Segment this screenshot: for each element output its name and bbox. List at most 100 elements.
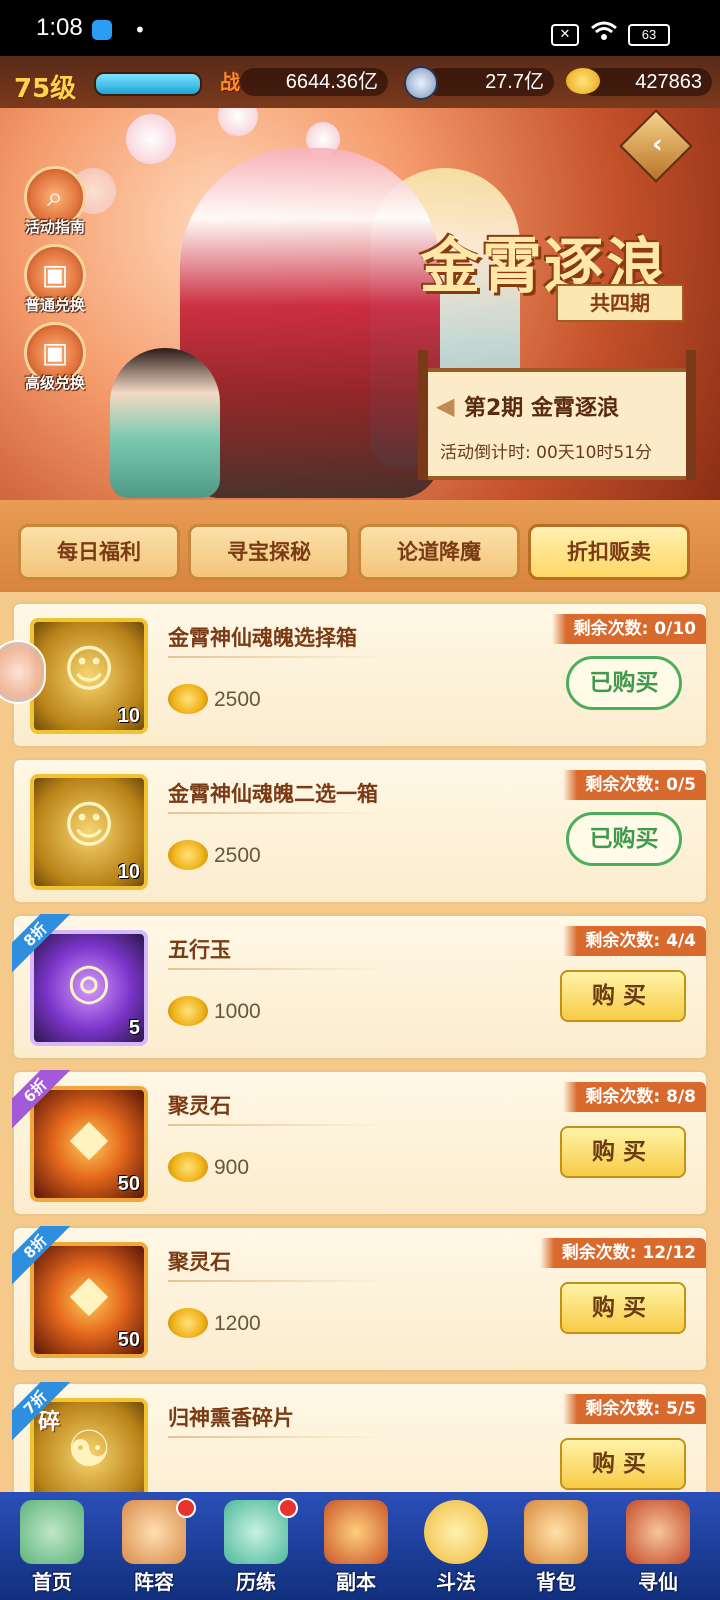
app-notification-icon — [92, 20, 112, 40]
copper-value: 27.7亿 — [424, 68, 554, 96]
nav-label: 历练 — [236, 1570, 276, 1594]
purchased-button: 已购买 — [566, 812, 682, 866]
remaining-count: 剩余次数: 0/10 — [551, 614, 706, 644]
nav-home[interactable]: 首页 — [2, 1492, 102, 1600]
battery-indicator: 63 — [628, 24, 670, 46]
list-item: ◆ 50 6折 聚灵石 900 剩余次数: 8/8 购买 — [12, 1070, 708, 1216]
back-button[interactable]: ‹ — [619, 109, 693, 183]
notification-dot — [176, 1498, 196, 1518]
item-quantity: 10 — [117, 861, 140, 883]
item-price: 900 — [214, 1156, 250, 1179]
buy-button[interactable]: 购买 — [560, 970, 686, 1022]
moon-decoration — [126, 114, 176, 164]
gold-ingot-icon — [168, 840, 208, 870]
item-name: 聚灵石 — [168, 1094, 231, 1118]
discount-badge: 8折 — [12, 1226, 76, 1290]
nav-bag[interactable]: 背包 — [506, 1492, 606, 1600]
gold-ingot-icon — [168, 1308, 208, 1338]
list-item: ☺ 10 金霄神仙魂魄选择箱 2500 剩余次数: 0/10 已购买 — [12, 602, 708, 748]
seek-icon — [626, 1500, 690, 1564]
advanced-exchange-button[interactable]: ▣ 高级兑换 — [18, 322, 92, 393]
player-level: 75级 — [14, 74, 77, 104]
nav-lineup[interactable]: 阵容 — [104, 1492, 204, 1600]
item-price: 1000 — [214, 1000, 261, 1023]
notification-dot: • — [134, 18, 146, 42]
gold-ingot-icon — [168, 996, 208, 1026]
nav-label: 寻仙 — [638, 1570, 678, 1594]
moon-decoration — [218, 108, 258, 136]
character-art-left — [110, 348, 220, 498]
battle-icon — [424, 1500, 488, 1564]
nav-seek[interactable]: 寻仙 — [608, 1492, 708, 1600]
period-panel: ◀ 第2期 金霄逐浪 活动倒计时: 00天10时51分 — [418, 350, 696, 480]
discount-badge: 6折 — [12, 1070, 76, 1134]
gold-ingot-icon — [566, 68, 600, 94]
remaining-count: 剩余次数: 8/8 — [563, 1082, 706, 1112]
normal-exchange-label: 普通兑换 — [24, 296, 85, 314]
remaining-count: 剩余次数: 0/5 — [563, 770, 706, 800]
item-quantity: 5 — [128, 1017, 140, 1039]
item-price: 2500 — [214, 844, 261, 867]
nav-label: 斗法 — [436, 1570, 476, 1594]
dungeon-icon — [324, 1500, 388, 1564]
buy-button[interactable]: 购买 — [560, 1126, 686, 1178]
nav-training[interactable]: 历练 — [206, 1492, 306, 1600]
nav-label: 副本 — [336, 1570, 376, 1594]
combat-power-value: 6644.36亿 — [240, 68, 388, 96]
item-quantity: 50 — [117, 1329, 140, 1351]
nav-label: 首页 — [32, 1570, 72, 1594]
buy-button[interactable]: 购买 — [560, 1282, 686, 1334]
period-title: 第2期 金霄逐浪 — [464, 396, 619, 421]
activity-guide-label: 活动指南 — [24, 218, 85, 236]
item-name: 金霄神仙魂魄选择箱 — [168, 626, 357, 650]
event-banner: ⌕ 活动指南 ▣ 普通兑换 ▣ 高级兑换 ‹ 金霄逐浪 共四期 ◀ 第2期 金霄… — [0, 108, 720, 500]
nav-dungeon[interactable]: 副本 — [306, 1492, 406, 1600]
bag-icon — [524, 1500, 588, 1564]
combat-power-icon: 战 — [220, 70, 240, 94]
tab-treasure-hunt[interactable]: 寻宝探秘 — [188, 524, 350, 580]
resource-bar: 75级 6644.36亿 战 27.7亿 427863 — [0, 56, 720, 108]
tab-daily-welfare[interactable]: 每日福利 — [18, 524, 180, 580]
item-list[interactable]: ☺ 10 金霄神仙魂魄选择箱 2500 剩余次数: 0/10 已购买 ☺ 10 … — [0, 592, 720, 1492]
list-item: ◆ 50 8折 聚灵石 1200 剩余次数: 12/12 购买 — [12, 1226, 708, 1372]
clock: 1:08 — [36, 14, 83, 41]
tab-demon-subduing[interactable]: 论道降魔 — [358, 524, 520, 580]
item-quantity: 10 — [117, 705, 140, 727]
tab-discount-sale[interactable]: 折扣贩卖 — [528, 524, 690, 580]
nav-battle[interactable]: 斗法 — [406, 1492, 506, 1600]
no-sim-icon: ✕ — [551, 24, 579, 46]
experience-bar — [94, 72, 202, 96]
remaining-count: 剩余次数: 4/4 — [563, 926, 706, 956]
discount-badge: 8折 — [12, 914, 76, 978]
status-bar: 1:08 • ✕ 63 — [0, 0, 720, 56]
advanced-exchange-label: 高级兑换 — [24, 374, 85, 392]
gold-ingot-icon — [168, 1152, 208, 1182]
nav-label: 背包 — [536, 1570, 576, 1594]
item-price: 2500 — [214, 688, 261, 711]
remaining-count: 剩余次数: 5/5 — [563, 1394, 706, 1424]
item-price: 1200 — [214, 1312, 261, 1335]
notification-dot — [278, 1498, 298, 1518]
bottom-nav: 首页 阵容 历练 副本 斗法 背包 寻仙 — [0, 1492, 720, 1600]
soul-box-icon[interactable]: ☺ 10 — [30, 618, 148, 734]
nav-label: 阵容 — [134, 1570, 174, 1594]
list-item: ◎ 5 8折 五行玉 1000 剩余次数: 4/4 购买 — [12, 914, 708, 1060]
countdown-text: 活动倒计时: 00天10时51分 — [440, 443, 653, 463]
remaining-count: 剩余次数: 12/12 — [539, 1238, 706, 1268]
normal-exchange-button[interactable]: ▣ 普通兑换 — [18, 244, 92, 315]
list-item: ☺ 10 金霄神仙魂魄二选一箱 2500 剩余次数: 0/5 已购买 — [12, 758, 708, 904]
activity-guide-button[interactable]: ⌕ 活动指南 — [18, 166, 92, 237]
wifi-icon — [590, 20, 618, 48]
purchased-button: 已购买 — [566, 656, 682, 710]
previous-period-arrow-icon[interactable]: ◀ — [436, 392, 454, 420]
event-subtitle: 共四期 — [556, 284, 684, 322]
tab-bar: 每日福利 寻宝探秘 论道降魔 折扣贩卖 — [0, 500, 720, 592]
soul-box-icon[interactable]: ☺ 10 — [30, 774, 148, 890]
copper-coin-icon — [404, 66, 438, 100]
buy-button[interactable]: 购买 — [560, 1438, 686, 1490]
list-item: ☯ 碎 7折 归神熏香碎片 剩余次数: 5/5 购买 — [12, 1382, 708, 1492]
item-name: 归神熏香碎片 — [168, 1406, 294, 1430]
item-name: 聚灵石 — [168, 1250, 231, 1274]
floating-avatar[interactable] — [0, 640, 46, 704]
item-name: 金霄神仙魂魄二选一箱 — [168, 782, 378, 806]
